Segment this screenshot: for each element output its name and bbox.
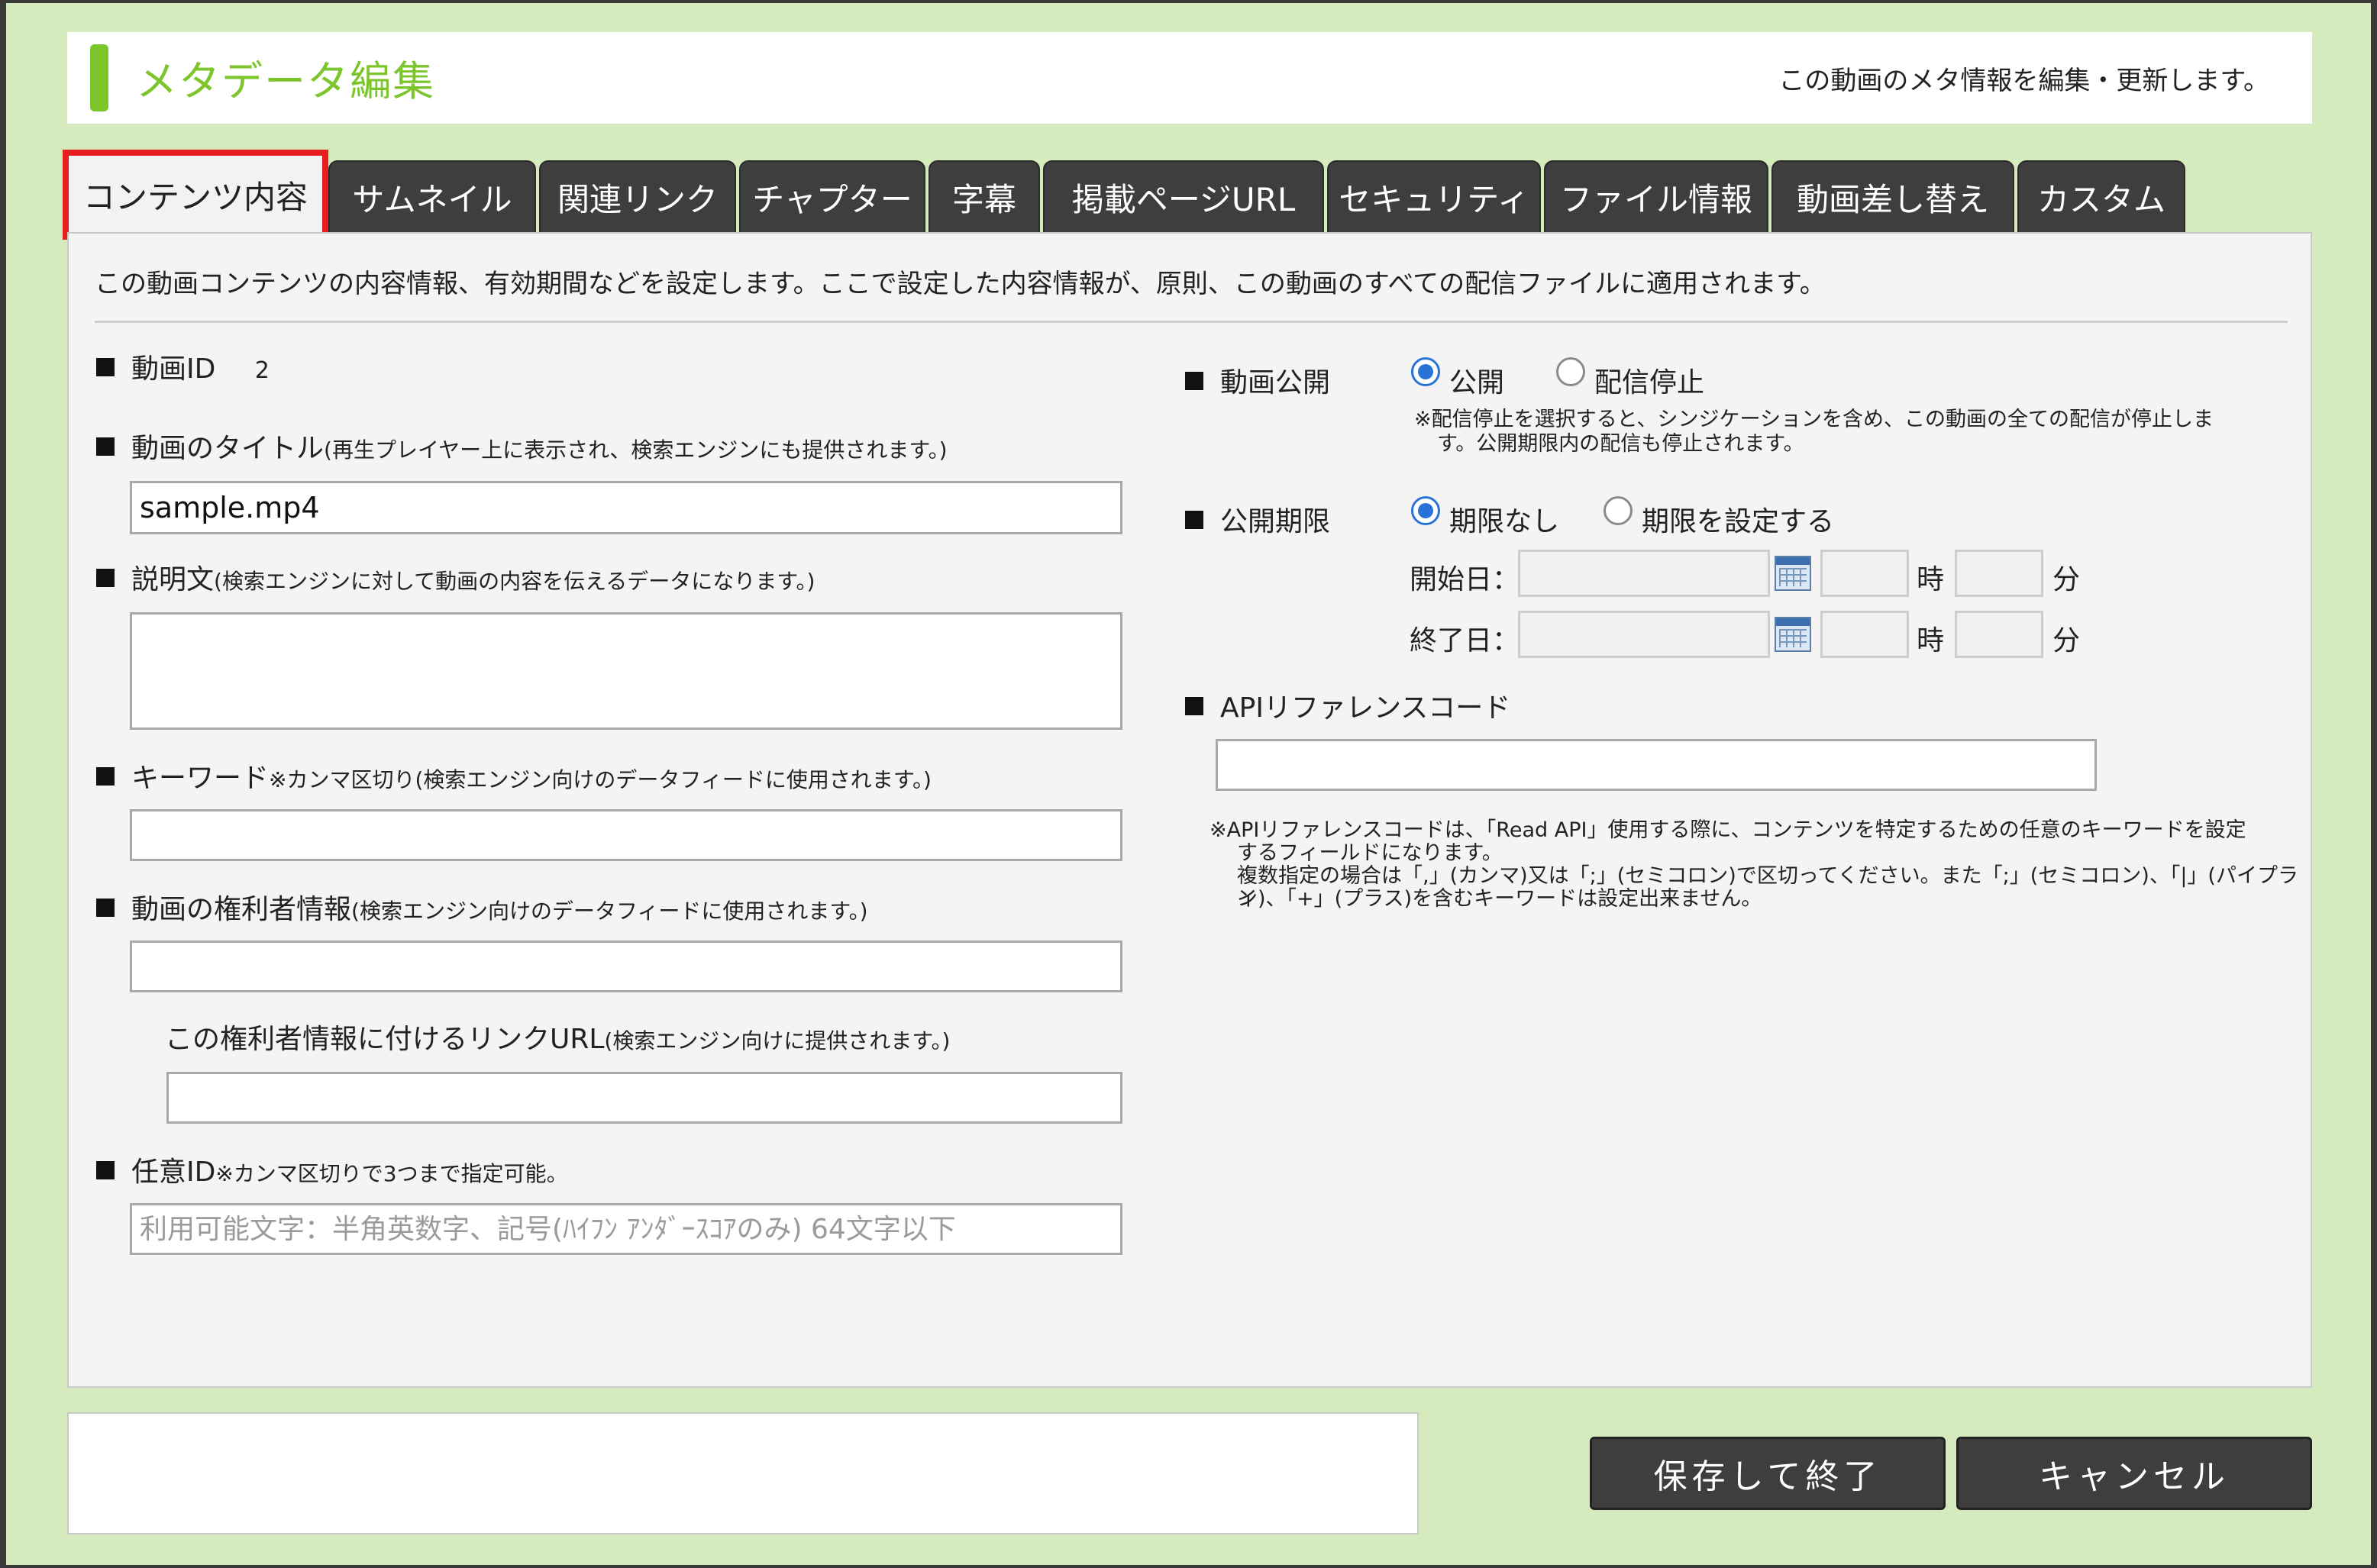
any-id-input[interactable] — [130, 1203, 1122, 1255]
rights-input[interactable] — [130, 940, 1122, 992]
tab-chapter[interactable]: チャプター — [739, 160, 925, 234]
divider — [95, 321, 2288, 323]
header-accent-bar — [90, 44, 108, 111]
rights-link-note: (検索エンジン向けに提供されます。) — [604, 1028, 951, 1053]
end-minute-label: 分 — [2052, 625, 2081, 657]
bullet-square-icon — [96, 767, 115, 786]
keyword-label: キーワード※カンマ区切り(検索エンジン向けのデータフィードに使用されます。) — [96, 756, 932, 795]
tab-thumbnail[interactable]: サムネイル — [328, 160, 536, 234]
rights-note: (検索エンジン向けのデータフィードに使用されます。) — [351, 899, 868, 924]
tab-security[interactable]: セキュリティ — [1327, 160, 1541, 234]
rights-label: 動画の権利者情報(検索エンジン向けのデータフィードに使用されます。) — [96, 887, 868, 927]
end-date-label: 終了日： — [1410, 625, 1520, 657]
bullet-square-icon — [96, 437, 115, 456]
bullet-square-icon — [1185, 372, 1203, 390]
content-panel: この動画コンテンツの内容情報、有効期間などを設定します。ここで設定した内容情報が… — [67, 232, 2312, 1388]
publish-option-public: 公開 — [1449, 367, 1505, 398]
start-minute-input[interactable] — [1955, 550, 2043, 597]
tab-custom[interactable]: カスタム — [2017, 160, 2185, 234]
save-and-close-button[interactable]: 保存して終了 — [1590, 1437, 1946, 1510]
description-note: (検索エンジンに対して動画の内容を伝えるデータになります。) — [214, 569, 815, 594]
calendar-icon[interactable] — [1775, 556, 1811, 591]
footer-message-box — [67, 1412, 1419, 1534]
period-radio-none[interactable] — [1411, 496, 1440, 525]
publish-radio-stop[interactable] — [1556, 357, 1585, 386]
period-option-none: 期限なし — [1449, 506, 1560, 537]
any-id-note: ※カンマ区切りで3つまで指定可能。 — [215, 1161, 568, 1186]
bullet-square-icon — [96, 899, 115, 917]
period-option-set: 期限を設定する — [1642, 506, 1835, 537]
start-minute-label: 分 — [2052, 564, 2081, 595]
tab-contents[interactable]: コンテンツ内容 — [63, 150, 328, 240]
keyword-note: ※カンマ区切り(検索エンジン向けのデータフィードに使用されます。) — [269, 767, 932, 792]
tab-page-url[interactable]: 掲載ページURL — [1043, 160, 1324, 234]
api-code-label: APIリファレンスコード — [1185, 686, 1510, 725]
end-date-input[interactable] — [1518, 611, 1770, 658]
end-hour-input[interactable] — [1820, 611, 1909, 658]
publish-label: 動画公開 — [1185, 360, 1330, 400]
end-minute-input[interactable] — [1955, 611, 2043, 658]
rights-link-input[interactable] — [166, 1072, 1122, 1124]
page-description: この動画のメタ情報を編集・更新します。 — [1778, 66, 2269, 96]
bullet-square-icon — [96, 569, 115, 587]
start-date-input[interactable] — [1518, 550, 1770, 597]
api-note-line1: ※APIリファレンスコードは、「Read API」使用する際に、コンテンツを特定… — [1209, 818, 2246, 842]
header-bar: メタデータ編集 この動画のメタ情報を編集・更新します。 — [67, 32, 2312, 124]
title-note: (再生プレイヤー上に表示され、検索エンジンにも提供されます。) — [324, 437, 948, 463]
any-id-label: 任意ID※カンマ区切りで3つまで指定可能。 — [96, 1150, 568, 1189]
cancel-button[interactable]: キャンセル — [1956, 1437, 2312, 1510]
tab-related-links[interactable]: 関連リンク — [539, 160, 736, 234]
publish-note-line1: ※配信停止を選択すると、シンジケーションを含め、この動画の全ての配信が停止しま — [1414, 408, 2214, 431]
page-title: メタデータ編集 — [136, 57, 435, 105]
video-id-label: 動画ID 2 — [96, 347, 270, 386]
bullet-square-icon — [1185, 697, 1203, 715]
intro-text: この動画コンテンツの内容情報、有効期間などを設定します。ここで設定した内容情報が… — [95, 269, 1826, 299]
end-hour-label: 時 — [1917, 625, 1945, 657]
api-note-line2: するフィールドになります。 — [1237, 841, 1503, 865]
description-label: 説明文(検索エンジンに対して動画の内容を伝えるデータになります。) — [96, 557, 815, 597]
publish-radio-public[interactable] — [1411, 357, 1440, 386]
rights-link-label: この権利者情報に付けるリンクURL(検索エンジン向けに提供されます。) — [165, 1024, 951, 1055]
title-label: 動画のタイトル(再生プレイヤー上に表示され、検索エンジンにも提供されます。) — [96, 426, 948, 466]
bullet-square-icon — [96, 358, 115, 376]
api-note-line4: ン)、「+」(プラス)を含むキーワードは設定出来ません。 — [1237, 887, 1762, 911]
period-radio-set[interactable] — [1604, 496, 1633, 525]
calendar-icon[interactable] — [1775, 617, 1811, 652]
start-date-label: 開始日： — [1410, 564, 1520, 595]
bullet-square-icon — [1185, 511, 1203, 529]
publish-note-line2: す。公開期限内の配信も停止されます。 — [1437, 432, 1804, 456]
title-input[interactable] — [130, 481, 1122, 534]
start-hour-input[interactable] — [1820, 550, 1909, 597]
keyword-input[interactable] — [130, 809, 1122, 861]
tab-file-info[interactable]: ファイル情報 — [1544, 160, 1768, 234]
publish-option-stop: 配信停止 — [1594, 367, 1705, 398]
bullet-square-icon — [96, 1161, 115, 1179]
period-label: 公開期限 — [1185, 499, 1330, 539]
tab-subtitles[interactable]: 字幕 — [929, 160, 1040, 234]
start-hour-label: 時 — [1917, 564, 1945, 595]
video-id-value: 2 — [254, 357, 270, 384]
description-textarea[interactable] — [130, 612, 1122, 730]
tab-replace-video[interactable]: 動画差し替え — [1771, 160, 2014, 234]
api-code-input[interactable] — [1216, 739, 2097, 791]
